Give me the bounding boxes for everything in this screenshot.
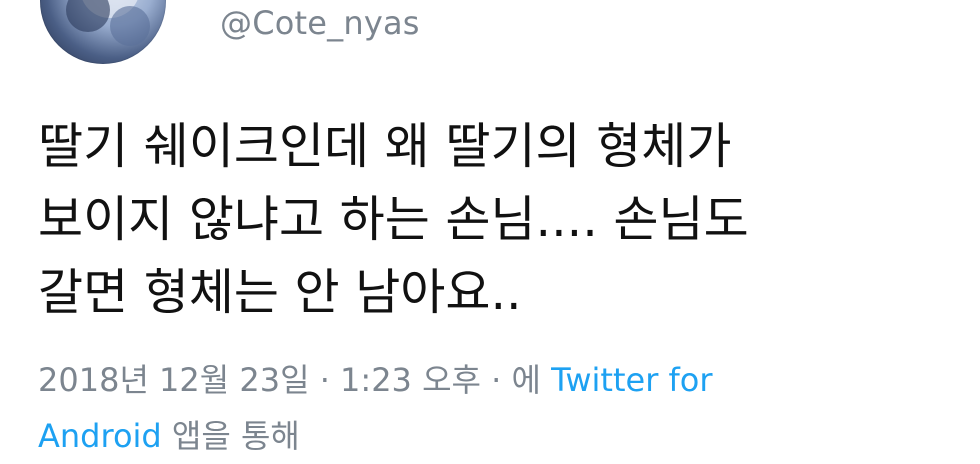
source-link-twitter-for[interactable]: Twitter for: [551, 361, 712, 399]
tweet-text: 딸기 쉐이크인데 왜 딸기의 형체가 보이지 않냐고 하는 손님.... 손님도…: [38, 110, 938, 329]
user-handle[interactable]: @Cote_nyas: [220, 4, 420, 42]
avatar-image-icon: [66, 0, 150, 46]
tweet-line: 보이지 않냐고 하는 손님.... 손님도: [38, 191, 749, 248]
tweet-header: @Cote_nyas: [0, 0, 980, 70]
avatar[interactable]: [40, 0, 166, 64]
tweet-meta: 2018년 12월 23일 · 1:23 오후 · 에 Twitter for …: [38, 352, 938, 464]
timestamp[interactable]: 2018년 12월 23일 · 1:23 오후 · 에: [38, 361, 541, 399]
meta-line-2: Android 앱을 통해: [38, 408, 938, 464]
tweet-line: 딸기 쉐이크인데 왜 딸기의 형체가: [38, 118, 732, 175]
meta-line-1: 2018년 12월 23일 · 1:23 오후 · 에 Twitter for: [38, 352, 938, 408]
source-suffix: 앱을 통해: [171, 417, 300, 455]
source-link-android[interactable]: Android: [38, 417, 162, 455]
tweet-line: 갈면 형체는 안 남아요..: [38, 264, 522, 321]
